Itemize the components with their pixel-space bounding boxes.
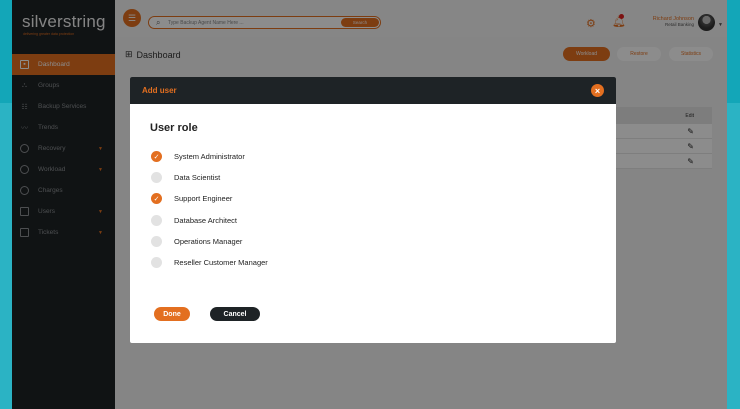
role-option-operations-manager[interactable]: Operations Manager bbox=[151, 231, 268, 252]
modal-title: Add user bbox=[142, 86, 177, 95]
role-option-reseller-customer-manager[interactable]: Reseller Customer Manager bbox=[151, 252, 268, 273]
cancel-button[interactable]: Cancel bbox=[210, 307, 260, 321]
role-label: Data Scientist bbox=[174, 173, 221, 183]
role-option-system-administrator[interactable]: ✓ System Administrator bbox=[151, 146, 268, 167]
done-button[interactable]: Done bbox=[154, 307, 190, 321]
role-option-data-scientist[interactable]: Data Scientist bbox=[151, 167, 268, 188]
user-role-heading: User role bbox=[150, 122, 198, 134]
app-window: silverstring delivering greater data pro… bbox=[12, 0, 727, 409]
check-icon[interactable]: ✓ bbox=[151, 193, 162, 205]
role-label: Database Architect bbox=[174, 215, 237, 225]
role-label: Support Engineer bbox=[174, 194, 233, 204]
role-label: Operations Manager bbox=[174, 236, 243, 246]
role-option-support-engineer[interactable]: ✓ Support Engineer bbox=[151, 188, 268, 209]
checkbox[interactable] bbox=[151, 172, 162, 184]
checkbox[interactable] bbox=[151, 214, 162, 226]
modal-header: Add user × bbox=[130, 77, 616, 104]
add-user-modal: Add user × User role ✓ System Administra… bbox=[130, 77, 616, 343]
role-label: System Administrator bbox=[174, 152, 245, 162]
checkbox[interactable] bbox=[151, 235, 162, 247]
close-icon[interactable]: × bbox=[591, 84, 604, 97]
check-icon[interactable]: ✓ bbox=[151, 151, 162, 163]
role-list: ✓ System Administrator Data Scientist ✓ … bbox=[151, 146, 268, 273]
role-label: Reseller Customer Manager bbox=[174, 258, 268, 268]
checkbox[interactable] bbox=[151, 257, 162, 269]
role-option-database-architect[interactable]: Database Architect bbox=[151, 210, 268, 231]
